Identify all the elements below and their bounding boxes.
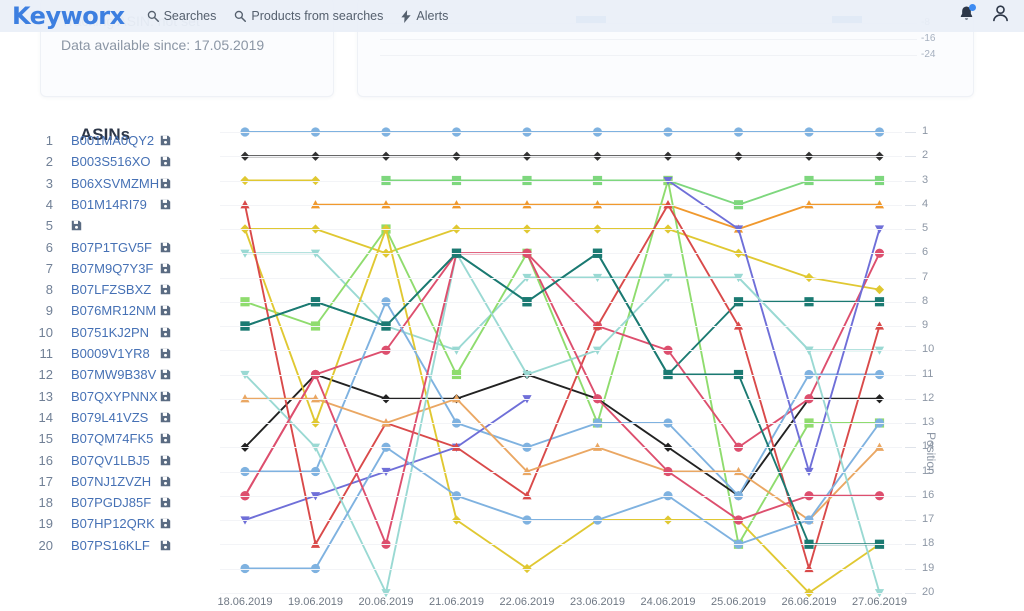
- nav-label-products-from-searches: Products from searches: [251, 9, 384, 23]
- notification-badge: [969, 3, 976, 11]
- y-axis-label: 5: [922, 222, 929, 234]
- y-axis-label: 3: [922, 173, 929, 186]
- y-axis-label: 11: [922, 367, 934, 380]
- chart-gridline: [220, 471, 902, 473]
- chart-gridline: [220, 132, 902, 133]
- y-axis-tick: [905, 277, 916, 279]
- chart-gridline: [220, 301, 902, 303]
- search-icon: [234, 10, 247, 22]
- position-line-chart: [240, 127, 885, 598]
- y-axis-tick: [905, 132, 916, 133]
- y-axis-tick: [905, 398, 916, 400]
- chart-gridline: [220, 520, 902, 521]
- y-axis-tick: [905, 447, 916, 449]
- y-axis-tick: [905, 301, 916, 303]
- page-body: Tracking ASIN: not set Data available si…: [0, 0, 1024, 611]
- y-axis-label: 19: [922, 561, 935, 574]
- chart-gridline: [220, 374, 902, 376]
- y-axis-tick: [905, 592, 916, 594]
- chart-series: [240, 224, 885, 295]
- chart-gridline: [220, 350, 902, 352]
- chart-gridline: [220, 253, 902, 255]
- chart-data-point[interactable]: [874, 285, 885, 295]
- y-axis-label: 4: [922, 197, 929, 210]
- y-axis-label: 2: [922, 149, 929, 162]
- y-axis-tick: [905, 568, 916, 570]
- mini-chart-gridline: [380, 39, 917, 40]
- chart-gridline: [220, 204, 902, 206]
- chart-gridline: [220, 544, 902, 546]
- y-axis-label: 10: [922, 343, 935, 356]
- data-available-label: Data available since: 17.05.2019: [61, 37, 265, 53]
- nav-label-alerts: Alerts: [416, 9, 449, 23]
- chart-gridline: [220, 495, 902, 497]
- y-axis-label: 7: [922, 270, 929, 283]
- app-logo[interactable]: Keyworx: [12, 4, 125, 28]
- y-axis-tick: [905, 156, 916, 158]
- y-axis-tick: [905, 471, 916, 473]
- chart-gridline: [220, 156, 902, 158]
- chart-gridline: [220, 180, 902, 182]
- chart-series: [240, 248, 885, 380]
- y-axis-tick: [905, 180, 916, 182]
- y-axis-tick: [905, 229, 916, 230]
- y-axis-tick: [905, 423, 916, 424]
- mini-chart-gridline: [380, 55, 917, 56]
- chart-gridline: [220, 423, 902, 424]
- notifications-button[interactable]: [958, 3, 976, 28]
- account-button[interactable]: [991, 4, 1010, 28]
- y-axis-tick: [905, 253, 916, 255]
- y-axis-label: 13: [922, 416, 935, 428]
- mini-chart-y-label: -24: [921, 49, 936, 60]
- search-icon: [147, 10, 159, 22]
- nav-label-searches: Searches: [163, 9, 217, 23]
- chart-gridline: [220, 326, 902, 327]
- y-axis-tick: [905, 350, 916, 352]
- app-header: Keyworx Searches Products from searches …: [0, 0, 1024, 32]
- chart-gridline: [220, 447, 902, 449]
- y-axis-label: 20: [922, 585, 935, 598]
- y-axis-label: 17: [922, 513, 935, 525]
- y-axis-tick: [905, 204, 916, 206]
- y-axis-tick: [905, 544, 916, 546]
- chart-gridline: [220, 277, 902, 279]
- nav-item-alerts[interactable]: Alerts: [401, 9, 448, 23]
- bolt-icon: [401, 9, 412, 23]
- y-axis-label: 16: [922, 488, 935, 501]
- y-axis-label: 8: [922, 294, 929, 307]
- chart-gridline: [220, 398, 902, 400]
- y-axis-tick: [905, 495, 916, 497]
- y-axis-tick: [905, 374, 916, 376]
- mini-chart-y-label: -16: [921, 33, 936, 44]
- user-icon: [991, 4, 1010, 28]
- y-axis-label: 12: [922, 391, 935, 404]
- y-axis-tick: [905, 520, 916, 521]
- chart-gridline: [220, 229, 902, 230]
- y-axis-title: Position: [924, 432, 938, 475]
- chart-gridline: [220, 592, 902, 594]
- y-axis-label: 1: [922, 125, 929, 137]
- y-axis-label: 18: [922, 537, 935, 550]
- chart-gridline: [220, 568, 902, 570]
- y-axis-label: 6: [922, 246, 929, 259]
- nav-item-searches[interactable]: Searches: [147, 9, 217, 23]
- y-axis-label: 9: [922, 319, 929, 331]
- y-axis-tick: [905, 326, 916, 327]
- nav-item-products-from-searches[interactable]: Products from searches: [234, 9, 383, 23]
- ranking-chart-section: ASINs 1 B001MA0QY2 2 B003S516XO 3 B06XSVMZMH 4…: [0, 102, 1024, 611]
- x-axis-label: 27.06.2019: [851, 596, 908, 608]
